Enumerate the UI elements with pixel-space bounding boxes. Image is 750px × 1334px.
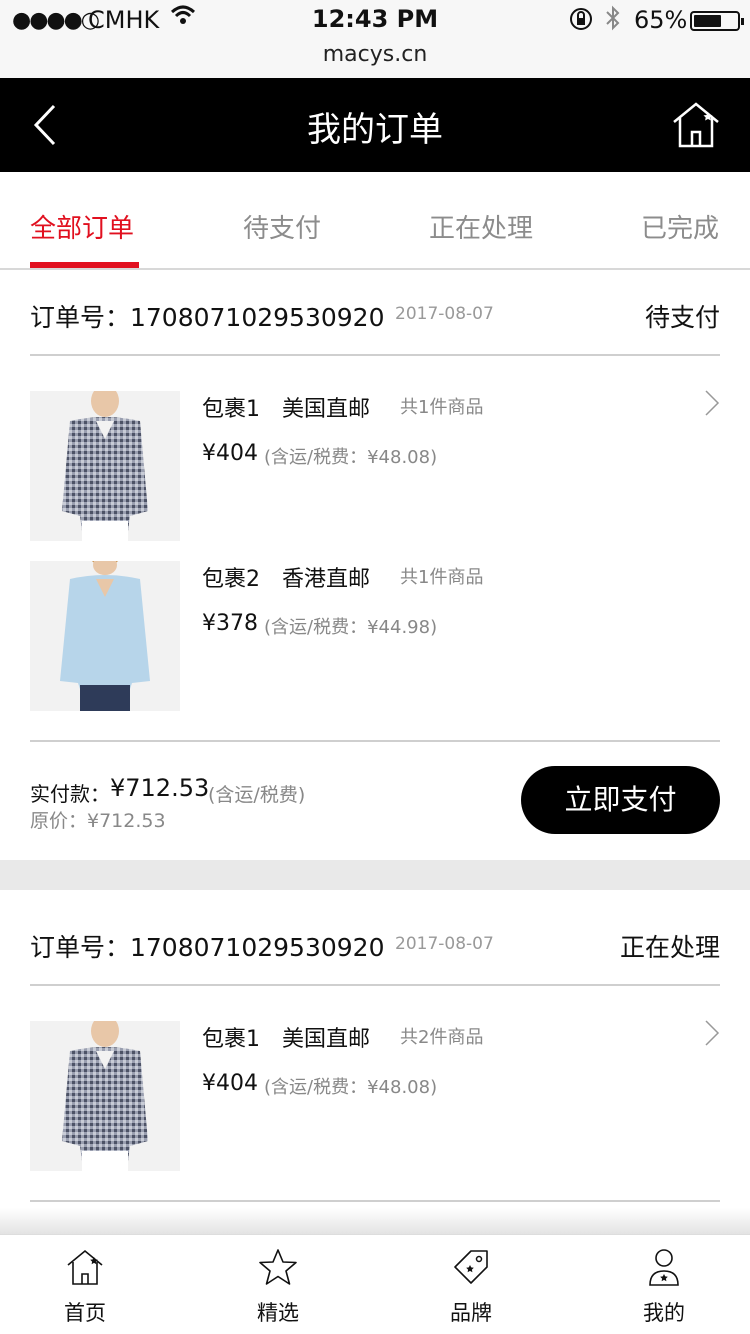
order-header: 订单号：1708071029530920 2017-08-07 正在处理 — [30, 900, 720, 986]
home-icon[interactable] — [670, 100, 722, 150]
tab-pending-payment[interactable]: 待支付 — [243, 208, 321, 245]
tag-icon — [454, 1250, 488, 1284]
tab-all-orders[interactable]: 全部订单 — [30, 208, 134, 245]
package-tax: (含运/税费：¥48.08) — [264, 447, 438, 468]
nav-featured[interactable]: 精选 — [203, 1235, 353, 1334]
order-header: 订单号：1708071029530920 2017-08-07 待支付 — [30, 270, 720, 356]
battery-percent: 65% — [634, 6, 688, 34]
battery-icon — [690, 11, 744, 31]
star-icon — [259, 1249, 297, 1285]
package-row[interactable]: 包裹1 美国直邮 共1件商品 ¥404 (含运/税费：¥48.08) — [30, 389, 720, 541]
status-bar: ●●●●○ CMHK 12:43 PM macys.cn 65% — [0, 0, 750, 78]
product-image[interactable] — [30, 391, 180, 541]
chevron-right-icon[interactable] — [704, 1019, 720, 1047]
nav-shadow — [0, 1208, 750, 1234]
nav-brands[interactable]: 品牌 — [396, 1235, 546, 1334]
package-tax: (含运/税费：¥48.08) — [264, 1077, 438, 1098]
active-tab-indicator — [30, 262, 139, 268]
package-price: ¥404 — [202, 441, 258, 466]
page-url[interactable]: macys.cn — [0, 42, 750, 67]
order-number: 订单号：1708071029530920 — [30, 933, 385, 962]
chevron-right-icon[interactable] — [704, 389, 720, 417]
package-name: 包裹1 美国直邮 — [202, 397, 370, 422]
original-price: 原价：¥712.53 — [30, 810, 166, 832]
package-price: ¥404 — [202, 1071, 258, 1096]
package-row[interactable]: 包裹1 美国直邮 共2件商品 ¥404 (含运/税费：¥48.08) — [30, 1019, 720, 1171]
nav-label: 我的 — [643, 1301, 685, 1325]
item-count: 共1件商品 — [400, 567, 484, 588]
order-status: 待支付 — [644, 303, 720, 332]
paid-note: (含运/税费) — [208, 784, 306, 806]
pay-now-button[interactable]: 立即支付 — [521, 766, 720, 834]
item-count: 共1件商品 — [400, 397, 484, 418]
bluetooth-icon — [604, 4, 622, 38]
order-number: 订单号：1708071029530920 — [30, 303, 385, 332]
tab-processing[interactable]: 正在处理 — [429, 208, 533, 245]
page-header: 我的订单 — [0, 78, 750, 172]
package-price: ¥378 — [202, 611, 258, 636]
package-tax: (含运/税费：¥44.98) — [264, 617, 438, 638]
home-icon — [67, 1249, 103, 1285]
page-title: 我的订单 — [307, 110, 443, 150]
order-status: 正在处理 — [619, 933, 720, 962]
user-icon — [649, 1249, 679, 1286]
nav-label: 品牌 — [450, 1301, 492, 1325]
nav-me[interactable]: 我的 — [589, 1235, 739, 1334]
rotation-lock-icon — [568, 6, 594, 38]
order-date: 2017-08-07 — [395, 304, 494, 324]
package-name: 包裹2 香港直邮 — [202, 567, 370, 592]
divider — [30, 1200, 720, 1202]
nav-label: 精选 — [257, 1301, 299, 1325]
product-image[interactable] — [30, 1021, 180, 1171]
nav-label: 首页 — [64, 1301, 106, 1325]
package-row[interactable]: 包裹2 香港直邮 共1件商品 ¥378 (含运/税费：¥44.98) — [30, 561, 720, 711]
bottom-nav: 首页 精选 品牌 我的 — [0, 1234, 750, 1334]
order-separator — [0, 860, 750, 890]
nav-home[interactable]: 首页 — [10, 1235, 160, 1334]
paid-amount: ¥712.53 — [110, 774, 210, 802]
order-date: 2017-08-07 — [395, 934, 494, 954]
divider — [30, 740, 720, 742]
product-image[interactable] — [30, 561, 180, 711]
tab-completed[interactable]: 已完成 — [641, 208, 719, 245]
order-tabs: 全部订单 待支付 正在处理 已完成 — [0, 172, 750, 270]
package-name: 包裹1 美国直邮 — [202, 1027, 370, 1052]
item-count: 共2件商品 — [400, 1027, 484, 1048]
paid-label: 实付款： — [30, 782, 110, 806]
